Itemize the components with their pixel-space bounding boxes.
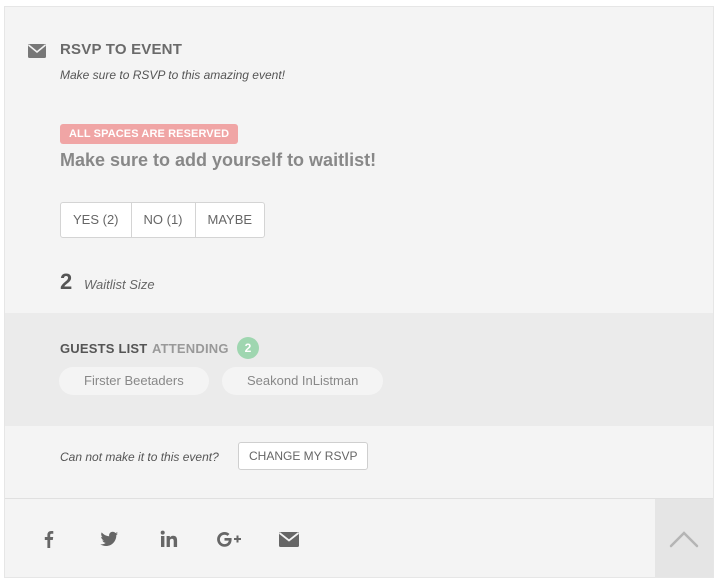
facebook-icon[interactable]	[37, 527, 61, 551]
change-rsvp-button[interactable]: CHANGE MY RSVP	[238, 442, 369, 470]
cant-attend-prompt: Can not make it to this event?	[60, 450, 219, 464]
social-share-bar	[5, 499, 713, 577]
status-badge: ALL SPACES ARE RESERVED	[60, 124, 239, 144]
envelope-icon	[27, 44, 47, 58]
event-title: RSVP TO EVENT	[60, 41, 183, 58]
rsvp-button-group: YES (2) NO (1) MAYBE	[60, 202, 266, 238]
attending-label: ATTENDING	[152, 341, 229, 356]
waitlist-label: Waitlist Size	[84, 277, 155, 292]
twitter-icon[interactable]	[97, 527, 121, 551]
guest-pill[interactable]: Firster Beetaders	[59, 367, 209, 395]
google-plus-icon[interactable]	[215, 527, 241, 551]
change-rsvp-section: Can not make it to this event? CHANGE MY…	[5, 426, 713, 499]
linkedin-icon[interactable]	[157, 527, 181, 551]
scroll-to-top-button[interactable]	[655, 499, 713, 577]
rsvp-header-section: RSVP TO EVENT Make sure to RSVP to this …	[5, 7, 713, 313]
rsvp-maybe-button[interactable]: MAYBE	[194, 203, 265, 237]
rsvp-yes-button[interactable]: YES (2)	[61, 203, 131, 237]
waitlist-count: 2	[60, 269, 73, 294]
waitlist-message: Make sure to add yourself to waitlist!	[60, 150, 377, 170]
guest-pill[interactable]: Seakond InListman	[222, 367, 384, 395]
guests-list-title: GUESTS LIST	[60, 341, 148, 356]
event-subtitle: Make sure to RSVP to this amazing event!	[60, 68, 285, 82]
envelope-icon[interactable]	[277, 527, 301, 551]
rsvp-no-button[interactable]: NO (1)	[130, 203, 195, 237]
chevron-up-icon	[655, 531, 713, 581]
rsvp-card: RSVP TO EVENT Make sure to RSVP to this …	[4, 6, 714, 578]
attending-count-badge: 2	[237, 337, 259, 359]
guests-section: GUESTS LIST ATTENDING 2 Firster Beetader…	[5, 313, 713, 426]
